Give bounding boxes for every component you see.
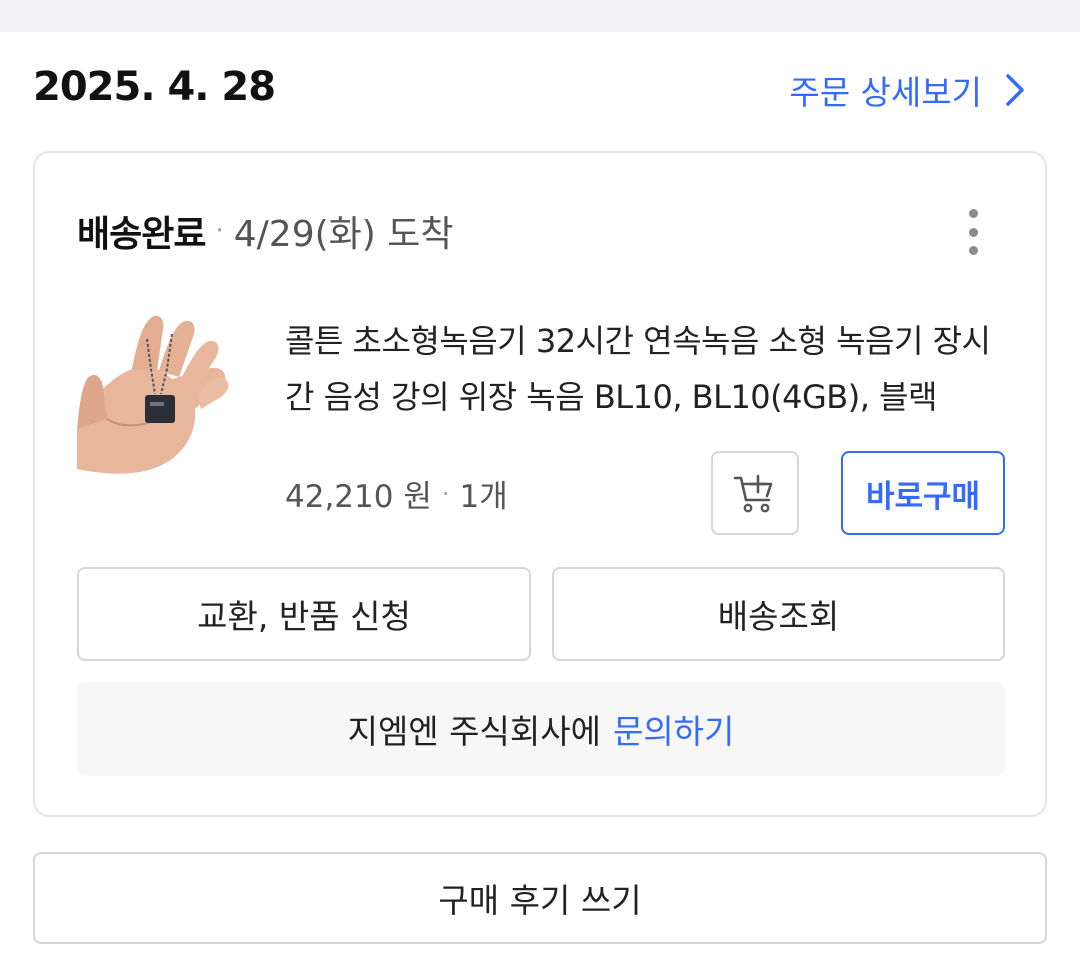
separator-dot: ·	[215, 216, 224, 246]
seller-name-text: 지엠엔 주식회사에	[347, 712, 601, 751]
order-detail-label: 주문 상세보기	[789, 73, 982, 112]
product-name[interactable]: 콜튼 초소형녹음기 32시간 연속녹음 소형 녹음기 장시간 음성 강의 위장 …	[285, 313, 1005, 425]
separator-dot: ·	[441, 479, 450, 508]
track-delivery-button[interactable]: 배송조회	[552, 567, 1005, 661]
shipment-status-row: 배송완료 · 4/29(화) 도착	[77, 205, 454, 257]
write-review-button[interactable]: 구매 후기 쓰기	[33, 852, 1047, 944]
hand-recorder-image	[77, 309, 235, 477]
arrival-date: 4/29(화) 도착	[233, 214, 454, 255]
chevron-right-icon	[1006, 74, 1024, 106]
more-vertical-icon[interactable]	[963, 209, 983, 255]
product-price: 42,210 원	[285, 479, 432, 515]
inquiry-link[interactable]: 문의하기	[613, 705, 734, 753]
exchange-return-button[interactable]: 교환, 반품 신청	[77, 567, 531, 661]
product-thumbnail[interactable]	[77, 309, 235, 477]
order-detail-link[interactable]: 주문 상세보기	[789, 66, 1030, 114]
product-quantity: 1개	[459, 479, 508, 515]
order-card: 배송완료 · 4/29(화) 도착 콜튼 초소형녹음기 32시간 연속녹음 소형…	[33, 151, 1047, 817]
add-to-cart-icon	[733, 474, 773, 513]
order-date: 2025. 4. 28	[33, 64, 276, 110]
buy-now-button[interactable]: 바로구매	[841, 451, 1005, 535]
top-bar	[0, 0, 1080, 32]
seller-inquiry-box: 지엠엔 주식회사에 문의하기	[77, 682, 1005, 776]
delivery-status: 배송완료	[77, 214, 206, 255]
price-row: 42,210 원 · 1개	[285, 471, 508, 516]
add-to-cart-button[interactable]	[711, 451, 799, 535]
